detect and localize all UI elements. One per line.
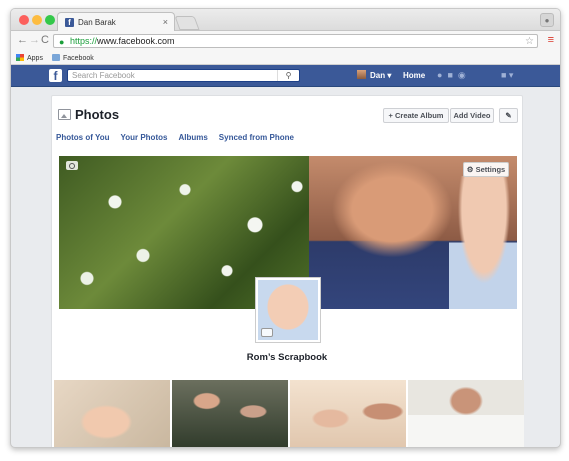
user-menu[interactable]: Dan ▾	[357, 70, 391, 80]
photos-icon	[58, 109, 71, 120]
page-title: Photos	[58, 107, 119, 122]
photo-grid	[54, 380, 524, 447]
camera-icon[interactable]	[261, 328, 273, 337]
home-link[interactable]: Home	[403, 71, 425, 80]
photo-thumbnail[interactable]	[408, 380, 524, 447]
facebook-top-bar: f Search Facebook ⚲ Dan ▾ Home ●■◉ ■ ▾	[11, 65, 560, 87]
settings-button[interactable]: ⚙ Settings	[463, 162, 509, 177]
search-placeholder: Search Facebook	[72, 71, 135, 80]
reload-icon[interactable]: C	[41, 34, 49, 46]
back-icon[interactable]: ←	[17, 34, 28, 46]
bookmark-apps[interactable]: Apps	[16, 54, 43, 62]
url-scheme: https://	[70, 36, 98, 46]
camera-icon[interactable]	[66, 161, 78, 170]
gear-icon: ⚙	[466, 165, 474, 174]
album-title: Rom’s Scrapbook	[246, 352, 328, 363]
maximize-window-button[interactable]	[45, 15, 55, 25]
tab-your-photos[interactable]: Your Photos	[120, 133, 167, 142]
menu-icon[interactable]: ≡	[548, 34, 554, 46]
lock-icon: ●	[59, 37, 65, 47]
title-bar: f Dan Barak × ●	[11, 9, 560, 31]
bookmark-label: Apps	[27, 55, 43, 62]
photo-thumbnail[interactable]	[172, 380, 288, 447]
apps-icon	[16, 54, 24, 61]
search-icon[interactable]: ⚲	[277, 70, 299, 81]
address-bar[interactable]: ● https://www.facebook.com ☆	[53, 34, 538, 48]
tab-title: Dan Barak	[78, 18, 116, 27]
facebook-favicon-icon: f	[65, 18, 74, 27]
bookmark-label: Facebook	[63, 55, 94, 62]
album-profile-photo[interactable]	[256, 278, 320, 342]
folder-icon	[52, 54, 60, 61]
globe-icon[interactable]: ◉	[458, 70, 471, 80]
photo-thumbnail[interactable]	[290, 380, 406, 447]
forward-icon[interactable]: →	[29, 34, 40, 46]
photos-subnav: Photos of You Your Photos Albums Synced fro…	[56, 133, 305, 142]
bookmark-facebook[interactable]: Facebook	[52, 54, 94, 62]
messages-icon[interactable]: ■	[447, 70, 457, 80]
lock-shortcuts-icon[interactable]: ■ ▾	[501, 70, 513, 81]
page-title-text: Photos	[75, 107, 120, 122]
settings-label: Settings	[475, 165, 506, 174]
tab-photos-of-you[interactable]: Photos of You	[56, 133, 109, 142]
url-host: www.facebook.com	[97, 36, 175, 46]
tab-close-icon[interactable]: ×	[163, 17, 168, 27]
tab-synced-from-phone[interactable]: Synced from Phone	[219, 133, 294, 142]
friends-icon[interactable]: ●	[437, 70, 447, 80]
profile-icon[interactable]: ●	[540, 13, 554, 27]
user-name: Dan	[370, 71, 386, 80]
minimize-window-button[interactable]	[32, 15, 42, 25]
browser-tab[interactable]: f Dan Barak ×	[57, 12, 175, 31]
photo-thumbnail[interactable]	[54, 380, 170, 447]
photos-panel: Photos + Create Album Add Video ✎ Photos…	[51, 95, 524, 447]
bookmarks-bar: Apps Facebook	[11, 51, 560, 65]
close-window-button[interactable]	[19, 15, 29, 25]
pencil-icon[interactable]: ✎	[499, 108, 518, 123]
facebook-logo[interactable]: f	[49, 69, 62, 83]
new-tab-button[interactable]	[174, 16, 200, 30]
browser-window: f Dan Barak × ● ← → C ● https://www.face…	[10, 8, 561, 448]
cover-baby-image	[449, 176, 517, 309]
avatar	[357, 70, 366, 79]
star-icon[interactable]: ☆	[525, 35, 534, 48]
add-video-button[interactable]: Add Video	[450, 108, 494, 123]
notification-icons: ●■◉	[437, 70, 471, 81]
create-album-button[interactable]: + Create Album	[383, 108, 449, 123]
browser-toolbar: ← → C ● https://www.facebook.com ☆ ≡	[11, 31, 560, 51]
tab-albums[interactable]: Albums	[178, 133, 207, 142]
search-input[interactable]: Search Facebook ⚲	[67, 69, 300, 82]
